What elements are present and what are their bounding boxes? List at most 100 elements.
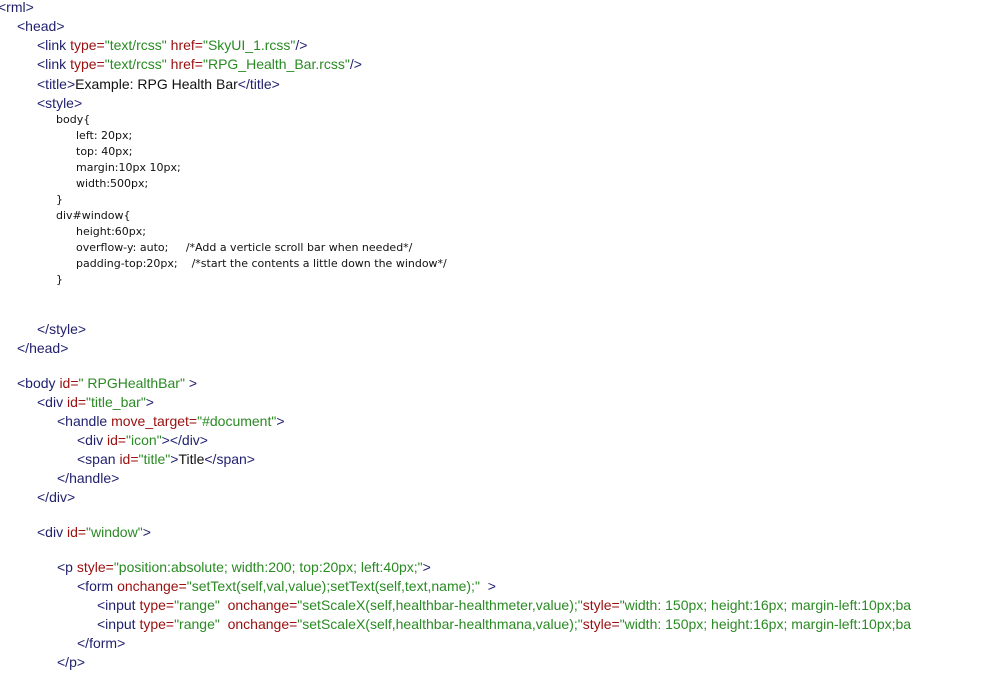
code-token: <head> <box>17 18 65 34</box>
code-line: <body id=" RPGHealthBar" > <box>17 374 197 393</box>
code-line: overflow-y: auto; /*Add a verticle scrol… <box>76 240 412 256</box>
code-token: style= <box>76 559 114 575</box>
code-token: margin:10px 10px; <box>76 161 181 174</box>
code-token: id= <box>119 451 139 467</box>
code-line: <input type="range" onchange="setScaleX(… <box>97 615 911 634</box>
code-token: > <box>422 559 431 575</box>
code-token: "RPG_Health_Bar.rcss" <box>202 56 350 72</box>
code-line: <div id="title_bar"> <box>37 393 154 412</box>
code-token: "text/rcss" <box>104 37 167 53</box>
code-token: "width: 150px; height:16px; margin-left:… <box>619 616 912 632</box>
code-token: </div> <box>37 489 76 505</box>
code-line: <link type="text/rcss" href="RPG_Health_… <box>37 55 362 74</box>
code-token: <input <box>97 597 140 613</box>
code-line: height:60px; <box>76 224 146 240</box>
code-line: } <box>56 272 63 288</box>
code-line: <rml> <box>0 0 34 17</box>
code-token: "#document" <box>197 413 277 429</box>
code-token: id= <box>66 524 87 540</box>
code-line: </style> <box>37 320 86 339</box>
code-token: "width: 150px; height:16px; margin-left:… <box>619 597 912 613</box>
code-token: <div <box>37 394 67 410</box>
code-line: margin:10px 10px; <box>76 160 181 176</box>
code-token: Title <box>178 451 205 467</box>
code-token: <p <box>57 559 77 575</box>
code-line: <style> <box>37 94 82 113</box>
code-token: "title" <box>138 451 171 467</box>
code-token: type= <box>139 597 175 613</box>
code-token: "position:absolute; width:200; top:20px;… <box>113 559 423 575</box>
code-token: </head> <box>17 340 69 356</box>
code-token: <body <box>17 375 60 391</box>
code-line: <form onchange="setText(self,val,value);… <box>77 577 496 596</box>
code-token: > <box>479 578 496 594</box>
code-line: <div id="icon"></div> <box>77 431 208 450</box>
code-line: width:500px; <box>76 176 148 192</box>
code-token: /> <box>349 56 362 72</box>
code-token: id= <box>59 375 79 391</box>
code-line: <span id="title">Title</span> <box>77 450 255 469</box>
code-line: </p> <box>57 653 85 672</box>
code-line: <input type="range" onchange="setScaleX(… <box>97 596 911 615</box>
code-token: onchange= <box>219 616 298 632</box>
code-token: "SkyUI_1.rcss" <box>202 37 296 53</box>
code-token: " RPGHealthBar" <box>78 375 185 391</box>
code-token: </style> <box>37 321 87 337</box>
code-token: <input <box>97 616 140 632</box>
code-token: </title> <box>237 76 280 92</box>
code-token: "setText(self,val,value);setText(self,te… <box>186 578 480 594</box>
code-token: </form> <box>77 635 126 651</box>
code-token: width:500px; <box>76 177 149 190</box>
code-token: "text/rcss" <box>104 56 167 72</box>
code-token: <link <box>37 56 71 72</box>
code-token: "icon" <box>126 432 162 448</box>
code-line: <title>Example: RPG Health Bar</title> <box>37 75 280 94</box>
code-token: <form <box>77 578 118 594</box>
code-token: move_target= <box>111 413 198 429</box>
code-token: "range" <box>174 616 220 632</box>
code-viewer: <rml> <head> <link type="text/rcss" href… <box>0 0 998 687</box>
code-token: <div <box>77 432 107 448</box>
code-token: "setScaleX(self,healthbar-healthmana,val… <box>297 616 583 632</box>
code-token: </span> <box>204 451 255 467</box>
code-line: top: 40px; <box>76 144 132 160</box>
code-line: <head> <box>17 17 65 36</box>
code-token: top: 40px; <box>76 145 133 158</box>
code-token: <title> <box>37 76 76 92</box>
code-token: id= <box>66 394 87 410</box>
code-token: Example: RPG Health Bar <box>75 76 238 92</box>
code-token: left: 20px; <box>76 129 133 142</box>
code-token: id= <box>106 432 127 448</box>
code-token: type= <box>70 37 105 53</box>
code-line: div#window{ <box>56 208 131 224</box>
code-line: } <box>56 192 63 208</box>
code-token: <handle <box>57 413 112 429</box>
code-token: body{ <box>56 113 91 126</box>
code-token: type= <box>70 56 105 72</box>
code-token: > <box>142 524 151 540</box>
code-token: > <box>145 394 154 410</box>
code-token: type= <box>139 616 175 632</box>
code-token: onchange= <box>117 578 187 594</box>
code-token: /> <box>295 37 308 53</box>
code-token: div#window{ <box>56 209 131 222</box>
code-token: } <box>56 193 63 206</box>
code-line: <p style="position:absolute; width:200; … <box>57 558 431 577</box>
code-line: padding-top:20px; /*start the contents a… <box>76 256 447 272</box>
code-line: <handle move_target="#document"> <box>57 412 285 431</box>
code-token: "range" <box>174 597 220 613</box>
code-line: </div> <box>37 488 75 507</box>
code-line: </head> <box>17 339 68 358</box>
code-token: style= <box>582 597 620 613</box>
code-token: onchange= <box>219 597 298 613</box>
code-token: ></div> <box>161 432 208 448</box>
code-line: body{ <box>56 112 90 128</box>
code-token: "window" <box>86 524 143 540</box>
code-line: left: 20px; <box>76 128 132 144</box>
code-token: "title_bar" <box>86 394 146 410</box>
code-line: <link type="text/rcss" href="SkyUI_1.rcs… <box>37 36 307 55</box>
code-token: href= <box>166 37 203 53</box>
code-token: <link <box>37 37 71 53</box>
code-token: > <box>276 413 285 429</box>
code-token: <span <box>77 451 120 467</box>
